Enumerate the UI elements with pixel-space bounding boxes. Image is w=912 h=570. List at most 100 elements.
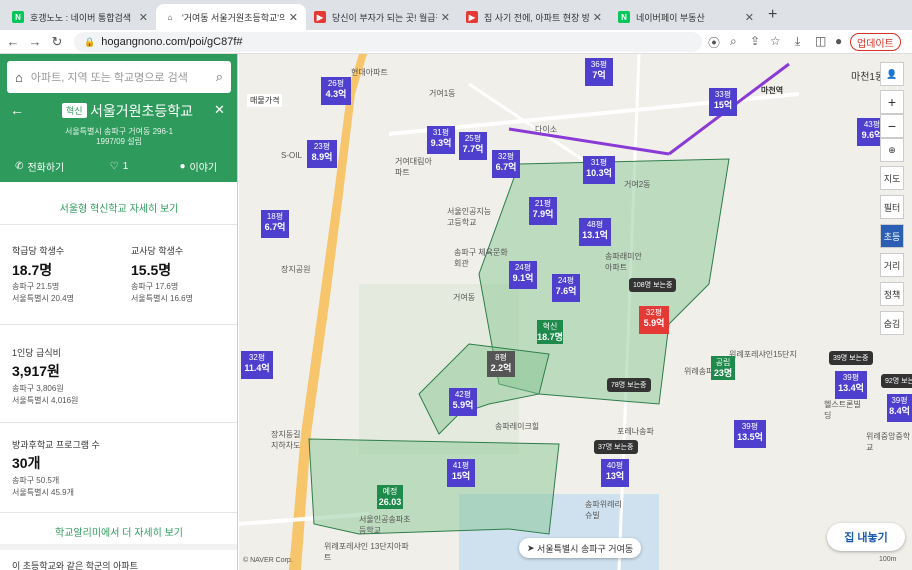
price-marker-selected[interactable]: 32평 5.9억 [639,306,669,334]
divider [0,544,237,550]
map-label: 헬스트론빌딩 [824,400,861,420]
school-panel: ⌂ 아파트, 지역 또는 학교명으로 검색 ⌕ ← 혁신 서울거원초등학교 ✕ … [0,54,238,570]
after-seoul: 서울특별시 45.9개 [12,488,74,497]
current-location-chip[interactable]: ➤ 서울특별시 송파구 거여동 [519,538,642,558]
talk-button[interactable]: ● 이야기 [159,150,237,182]
stat-local: 송파구 17.6명 [131,282,179,291]
map-area[interactable]: 거여1동 거여2동 거여동 마천1동 마천역 다이소 송파구 체육문화회관 장지… [239,54,912,570]
meal-value: 3,917원 [12,363,60,379]
map-label: 거여1동 [429,89,456,98]
map-label: 서울인공송파초등학교 [359,515,411,535]
zoom-out-button[interactable]: − [880,114,904,138]
price-marker[interactable]: 23평 8.9억 [307,140,337,168]
price-marker[interactable]: 18평 6.7억 [261,210,289,238]
price-marker[interactable]: 21평 7.9억 [529,197,557,225]
price-marker[interactable]: 32평 11.4억 [241,351,273,379]
new-tab-icon[interactable]: + [768,6,777,24]
naver-icon: N [618,11,630,23]
price-marker[interactable]: 36평 7억 [585,58,613,86]
tab-youtube-1[interactable]: ▶ 당신이 부자가 되는 곳! 월급쟁이부자 ✕ [306,4,458,30]
apartments-heading: 이 초등학교와 같은 학군의 아파트 [12,561,138,570]
price-marker[interactable]: 24평 7.6억 [552,274,580,302]
crosshair-icon[interactable]: ⊕ [880,138,904,162]
price-marker[interactable]: 24평 9.1억 [509,261,537,289]
address-bar: ← → ↻ 🔒 hogangnono.com/poi/gC87f# ⦿ ⌕ ⇪ … [0,30,912,54]
tab-bar: N 호갱노노 : 네이버 통합검색 ✕ ⌂ '거여동 서울거원초등학교'의 혁신… [0,0,912,30]
price-marker[interactable]: 41평 15억 [447,459,475,487]
phone-icon: ✆ [15,160,24,172]
url-field[interactable]: 🔒 hogangnono.com/poi/gC87f# [74,32,702,52]
zoom-in-button[interactable]: + [880,90,904,114]
user-icon[interactable]: 👤 [880,62,904,86]
price-marker[interactable]: 25평 7.7억 [459,132,487,160]
viewer-count: 78명 보는중 [607,378,651,392]
map-button[interactable]: 지도 [880,166,904,190]
map-base [239,54,912,570]
call-button[interactable]: ✆ 전화하기 [0,150,79,182]
close-icon[interactable]: ✕ [441,11,450,24]
profile-avatar[interactable]: ● [835,34,842,48]
price-marker[interactable]: 39평 13.4억 [835,371,867,399]
distance-button[interactable]: 거리 [880,253,904,277]
school-pin-public[interactable]: 공립 23명 [711,356,735,380]
close-icon[interactable]: ✕ [289,11,298,24]
divider [0,512,237,513]
close-icon[interactable]: ✕ [593,11,602,24]
close-icon[interactable]: ✕ [214,102,225,118]
filter-button[interactable]: 필터 [880,195,904,219]
download-icon[interactable]: ⤓ [795,34,800,49]
like-count: 1 [122,160,129,172]
share-icon[interactable]: ⇪ [750,34,760,48]
price-marker[interactable]: 39평 8.4억 [887,394,912,422]
viewer-count: 108명 보는중 [629,278,677,292]
scale-bar: 100m [879,556,897,563]
alimi-link[interactable]: 학교알리미에서 더 자세히 보기 [0,524,237,539]
bookmark-star-icon[interactable]: ☆ [770,34,781,48]
school-pin[interactable]: 혁신 18.7명 [537,320,563,344]
price-marker[interactable]: 39평 13.5억 [734,420,766,448]
tab-title: 당신이 부자가 되는 곳! 월급쟁이부자 [332,12,437,23]
close-icon[interactable]: ✕ [139,11,148,24]
back-arrow-icon[interactable]: ← [2,34,24,49]
price-marker[interactable]: 31평 10.3억 [583,156,615,184]
price-marker-sold[interactable]: 8평 2.2억 [487,351,515,377]
zoom-icon[interactable]: ⌕ [730,34,737,49]
map-label: S-OIL [281,151,302,160]
search-icon[interactable]: ⌕ [216,69,223,85]
tab-school[interactable]: ⌂ '거여동 서울거원초등학교'의 혁신초 ✕ [156,4,306,30]
innovation-link[interactable]: 서울형 혁신학교 자세히 보기 [0,200,237,215]
reload-icon[interactable]: ↻ [46,34,68,50]
close-icon[interactable]: ✕ [745,11,754,24]
price-marker[interactable]: 33평 15억 [709,88,737,116]
sidepanel-icon[interactable]: ◫ [815,34,826,48]
tab-naver-pay[interactable]: N 네이버페이 부동산 ✕ [610,4,762,30]
map-label: 장지공원 [281,265,311,274]
hide-button[interactable]: 숨김 [880,311,904,335]
price-marker[interactable]: 26평 4.3억 [321,77,351,105]
school-pin-planned[interactable]: 예정 26.03 [377,485,403,509]
tab-youtube-2[interactable]: ▶ 집 사기 전에, 아파트 현장 방문 꿀팁 ✕ [458,4,610,30]
map-label: 장지동길 지하차도 [271,430,301,450]
price-marker[interactable]: 31평 9.3억 [427,126,455,154]
tab-naver-search[interactable]: N 호갱노노 : 네이버 통합검색 ✕ [4,4,156,30]
price-marker[interactable]: 32평 6.7억 [492,150,520,178]
flag-icon: ▶ [466,11,478,23]
forward-arrow-icon[interactable]: → [24,34,46,49]
search-input[interactable]: ⌂ 아파트, 지역 또는 학교명으로 검색 ⌕ [7,61,231,93]
like-button[interactable]: ♡ 1 [79,150,158,182]
update-button[interactable]: 업데이트 [850,33,901,51]
back-arrow-icon[interactable]: ← [10,102,24,118]
map-label: 서울인공지능고등학교 [447,207,492,227]
price-marker[interactable]: 48평 13.1억 [579,218,611,246]
list-house-button[interactable]: 집 내놓기 [827,523,905,551]
map-label: 현대아파트 [351,68,388,77]
stat-title: 학급당 학생수 [12,246,65,256]
lock-icon: 🔒 [84,36,96,47]
elementary-button[interactable]: 초등 [880,224,904,248]
price-marker[interactable]: 40평 13억 [601,459,629,487]
location-icon[interactable]: ⦿ [708,34,720,51]
naver-icon: N [12,11,24,23]
policy-button[interactable]: 정책 [880,282,904,306]
price-marker[interactable]: 42평 5.9억 [449,388,477,416]
search-placeholder: 아파트, 지역 또는 학교명으로 검색 [30,72,188,84]
